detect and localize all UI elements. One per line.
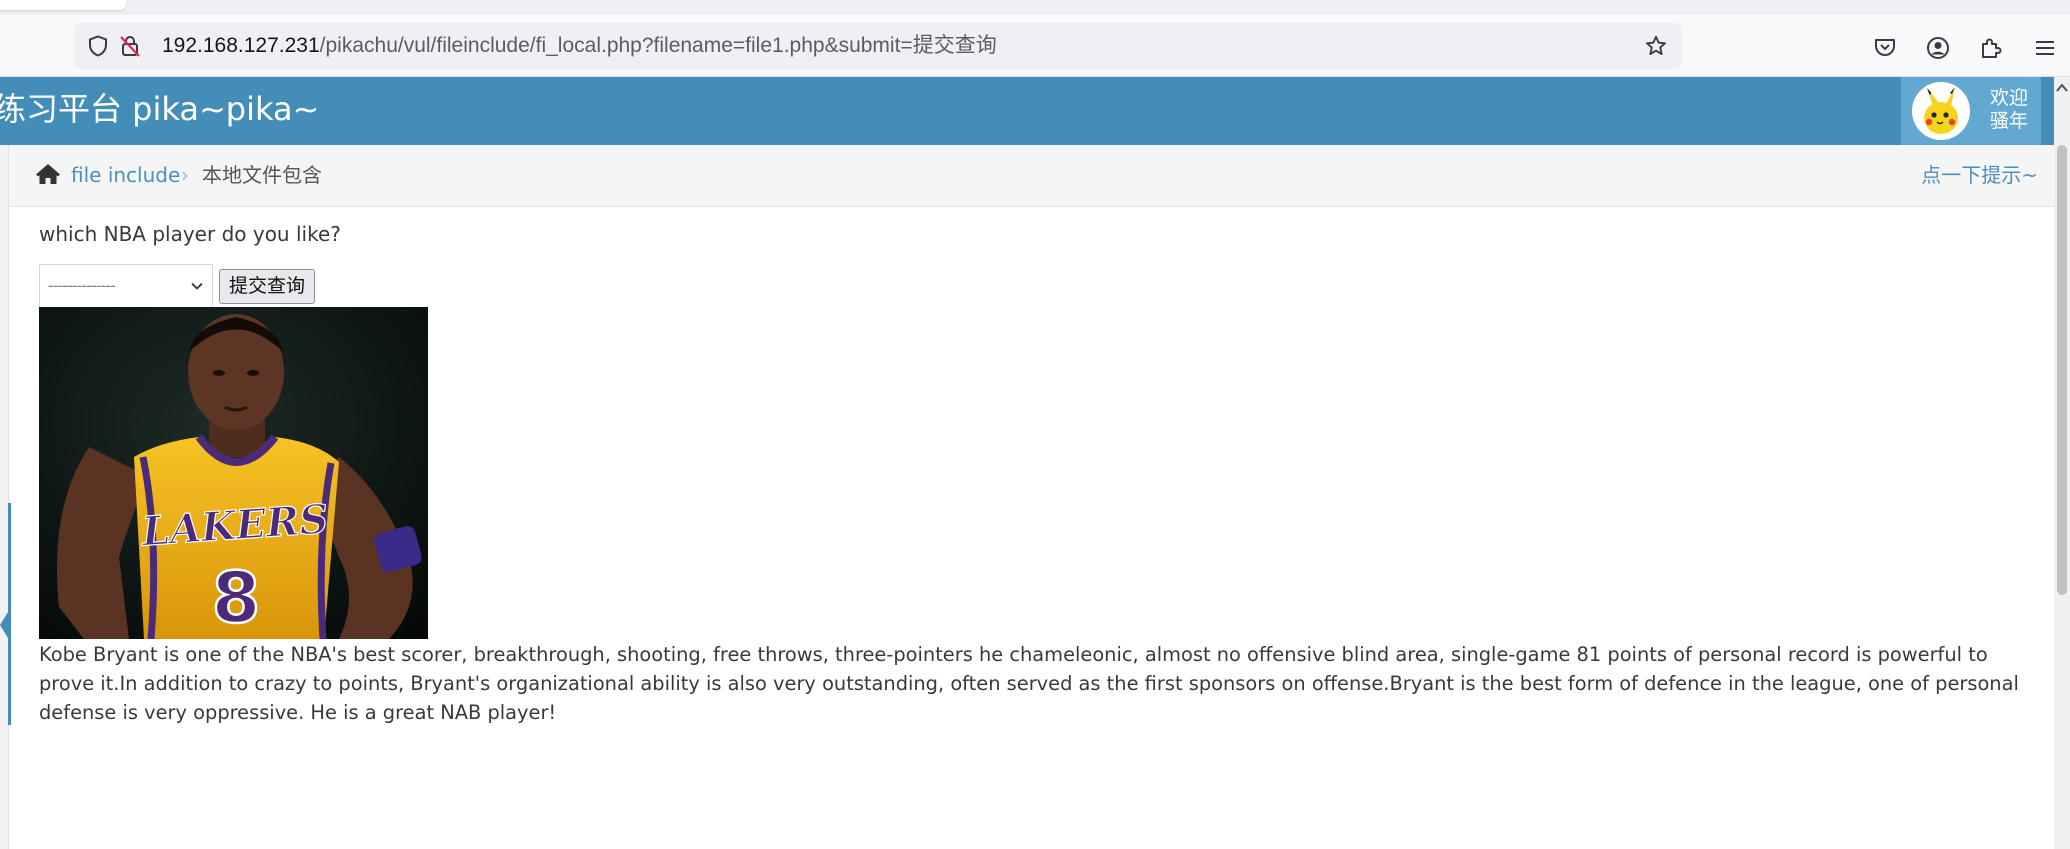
chevron-down-icon	[191, 282, 203, 290]
player-photo: LAKERS 8	[39, 307, 428, 639]
scroll-up-arrow-icon[interactable]	[2054, 77, 2070, 97]
hint-link[interactable]: 点一下提示~	[1921, 162, 2038, 188]
vertical-scrollbar[interactable]	[2054, 145, 2070, 849]
kobe-bryant-image: LAKERS 8	[39, 307, 428, 639]
welcome-text: 欢迎骚年	[1990, 87, 2029, 132]
sidebar-collapsed	[0, 145, 9, 849]
player-description: Kobe Bryant is one of the NBA's best sco…	[39, 643, 2019, 724]
scrollbar-top[interactable]	[2054, 77, 2070, 145]
breadcrumb-separator: ›	[181, 163, 189, 187]
question-label: which NBA player do you like?	[39, 222, 341, 246]
home-icon[interactable]	[35, 162, 61, 186]
svg-text:8: 8	[212, 557, 261, 639]
breadcrumb-current: 本地文件包含	[202, 163, 322, 187]
pikachu-avatar-image	[1914, 84, 1968, 138]
shield-icon[interactable]	[86, 34, 110, 58]
player-select-value: --------------	[48, 276, 116, 295]
user-menu[interactable]: 欢迎骚年	[1901, 77, 2041, 145]
star-icon[interactable]	[1644, 34, 1668, 58]
address-bar[interactable]: 192.168.127.231/pikachu/vul/fileinclude/…	[74, 23, 1682, 69]
pocket-icon[interactable]	[1872, 35, 1898, 61]
url-path: /pikachu/vul/fileinclude/fi_local.php?fi…	[319, 34, 997, 57]
breadcrumb-file-include[interactable]: file include	[71, 162, 180, 188]
tab-strip	[0, 0, 2070, 15]
extensions-icon[interactable]	[1978, 35, 2004, 61]
app-header: 练习平台 pika~pika~ 欢迎骚年	[0, 77, 2070, 145]
account-icon[interactable]	[1925, 35, 1951, 61]
scrollbar-thumb[interactable]	[2057, 145, 2067, 595]
sidebar-toggle-notch[interactable]	[0, 612, 8, 638]
breadcrumb: file include › 本地文件包含 点一下提示~	[9, 145, 2054, 207]
insecure-lock-icon[interactable]	[118, 34, 142, 58]
url-host: 192.168.127.231	[162, 34, 320, 57]
hamburger-menu-icon[interactable]	[2032, 35, 2058, 61]
browser-toolbar: 192.168.127.231/pikachu/vul/fileinclude/…	[0, 15, 2070, 77]
sidebar-active-indicator	[8, 503, 11, 725]
avatar	[1912, 82, 1970, 140]
player-select[interactable]: --------------	[39, 264, 213, 308]
active-tab-edge[interactable]	[0, 0, 126, 10]
submit-button[interactable]: 提交查询	[219, 269, 315, 304]
app-brand[interactable]: 练习平台 pika~pika~	[0, 89, 319, 129]
url-text[interactable]: 192.168.127.231/pikachu/vul/fileinclude/…	[162, 34, 997, 58]
